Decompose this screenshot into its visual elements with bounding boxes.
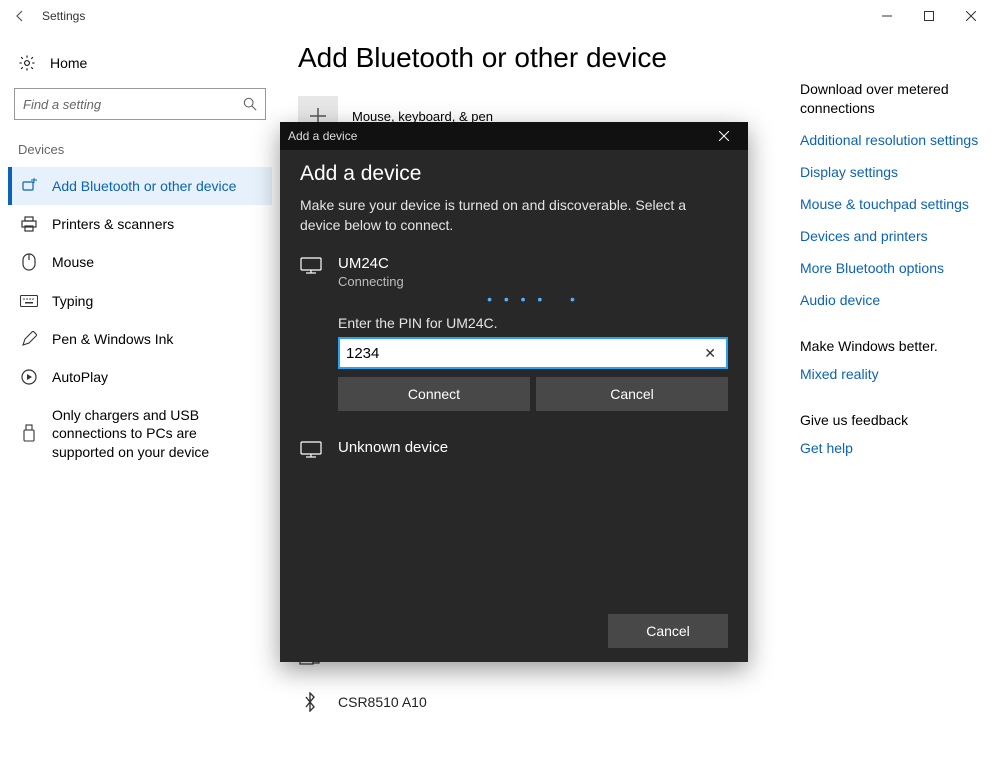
link-audio-device[interactable]: Audio device bbox=[800, 292, 988, 308]
keyboard-icon bbox=[20, 295, 38, 307]
dialog-titlebar: Add a device bbox=[280, 122, 748, 150]
search-input-container[interactable] bbox=[14, 88, 266, 120]
sidebar-item-label: Printers & scanners bbox=[52, 215, 260, 233]
add-device-dialog: Add a device Add a device Make sure your… bbox=[280, 122, 748, 662]
printer-icon bbox=[20, 216, 38, 232]
sidebar-item-autoplay[interactable]: AutoPlay bbox=[8, 358, 272, 396]
search-input[interactable] bbox=[23, 97, 243, 112]
home-button[interactable]: Home bbox=[8, 44, 272, 82]
pin-prompt-label: Enter the PIN for UM24C. bbox=[338, 315, 728, 331]
link-mouse-touchpad[interactable]: Mouse & touchpad settings bbox=[800, 196, 988, 212]
device-entry-um24c[interactable]: UM24C Connecting • • • • • Enter the PIN… bbox=[300, 255, 728, 411]
link-additional-resolution[interactable]: Additional resolution settings bbox=[800, 132, 988, 148]
dialog-titlebar-text: Add a device bbox=[288, 129, 357, 143]
sidebar-item-printers[interactable]: Printers & scanners bbox=[8, 205, 272, 243]
dialog-footer-cancel-button[interactable]: Cancel bbox=[608, 614, 728, 648]
minimize-button[interactable] bbox=[866, 2, 908, 30]
pen-icon bbox=[20, 331, 38, 347]
usb-icon bbox=[20, 424, 38, 442]
home-label: Home bbox=[50, 55, 87, 71]
link-mixed-reality[interactable]: Mixed reality bbox=[800, 366, 988, 382]
right-column: Download over metered connections Additi… bbox=[800, 32, 1000, 778]
sidebar: Home Devices Add Bluetooth or other devi… bbox=[0, 32, 280, 778]
sidebar-item-add-bluetooth[interactable]: Add Bluetooth or other device bbox=[8, 167, 272, 205]
gear-icon bbox=[18, 54, 36, 72]
dialog-close-button[interactable] bbox=[708, 122, 740, 150]
sidebar-item-label: Add Bluetooth or other device bbox=[52, 177, 260, 195]
feedback-heading: Give us feedback bbox=[800, 412, 988, 428]
bluetooth-add-icon bbox=[20, 178, 38, 194]
device-entry-unknown[interactable]: Unknown device bbox=[300, 439, 728, 459]
sidebar-item-pen[interactable]: Pen & Windows Ink bbox=[8, 320, 272, 358]
mouse-icon bbox=[20, 253, 38, 271]
autoplay-icon bbox=[20, 369, 38, 385]
close-button[interactable] bbox=[950, 2, 992, 30]
device-name: UM24C bbox=[338, 255, 728, 272]
dialog-heading: Add a device bbox=[300, 162, 728, 186]
cancel-button[interactable]: Cancel bbox=[536, 377, 728, 411]
sidebar-item-label: Typing bbox=[52, 292, 260, 310]
connect-button[interactable]: Connect bbox=[338, 377, 530, 411]
device-row[interactable]: CSR8510 A10 bbox=[298, 680, 427, 724]
sidebar-item-label: Only chargers and USB connections to PCs… bbox=[52, 406, 260, 461]
link-more-bluetooth[interactable]: More Bluetooth options bbox=[800, 260, 988, 276]
page-title: Add Bluetooth or other device bbox=[298, 42, 800, 74]
device-status: Connecting bbox=[338, 274, 728, 289]
monitor-icon bbox=[300, 255, 324, 411]
make-better-heading: Make Windows better. bbox=[800, 338, 988, 354]
pin-input-container[interactable]: ✕ bbox=[338, 337, 728, 369]
clear-input-icon[interactable]: ✕ bbox=[700, 345, 720, 362]
back-button[interactable] bbox=[8, 9, 32, 23]
metered-heading: Download over metered connections bbox=[800, 80, 988, 118]
sidebar-item-mouse[interactable]: Mouse bbox=[8, 243, 272, 281]
bluetooth-icon bbox=[298, 692, 322, 712]
sidebar-item-label: Mouse bbox=[52, 253, 260, 271]
maximize-button[interactable] bbox=[908, 2, 950, 30]
sidebar-item-typing[interactable]: Typing bbox=[8, 282, 272, 320]
monitor-icon bbox=[300, 439, 324, 459]
section-label: Devices bbox=[8, 138, 272, 167]
dialog-subtext: Make sure your device is turned on and d… bbox=[300, 196, 728, 235]
sidebar-item-label: AutoPlay bbox=[52, 368, 260, 386]
device-name: CSR8510 A10 bbox=[338, 694, 427, 710]
window-title: Settings bbox=[42, 9, 85, 23]
connecting-spinner: • • • • • bbox=[338, 291, 728, 301]
search-icon bbox=[243, 97, 257, 111]
device-name: Unknown device bbox=[338, 439, 728, 456]
link-display-settings[interactable]: Display settings bbox=[800, 164, 988, 180]
sidebar-item-label: Pen & Windows Ink bbox=[52, 330, 260, 348]
pin-input[interactable] bbox=[346, 345, 700, 362]
sidebar-item-usb[interactable]: Only chargers and USB connections to PCs… bbox=[8, 396, 272, 471]
link-get-help[interactable]: Get help bbox=[800, 440, 988, 456]
window-titlebar: Settings bbox=[0, 0, 1000, 32]
link-devices-printers[interactable]: Devices and printers bbox=[800, 228, 988, 244]
